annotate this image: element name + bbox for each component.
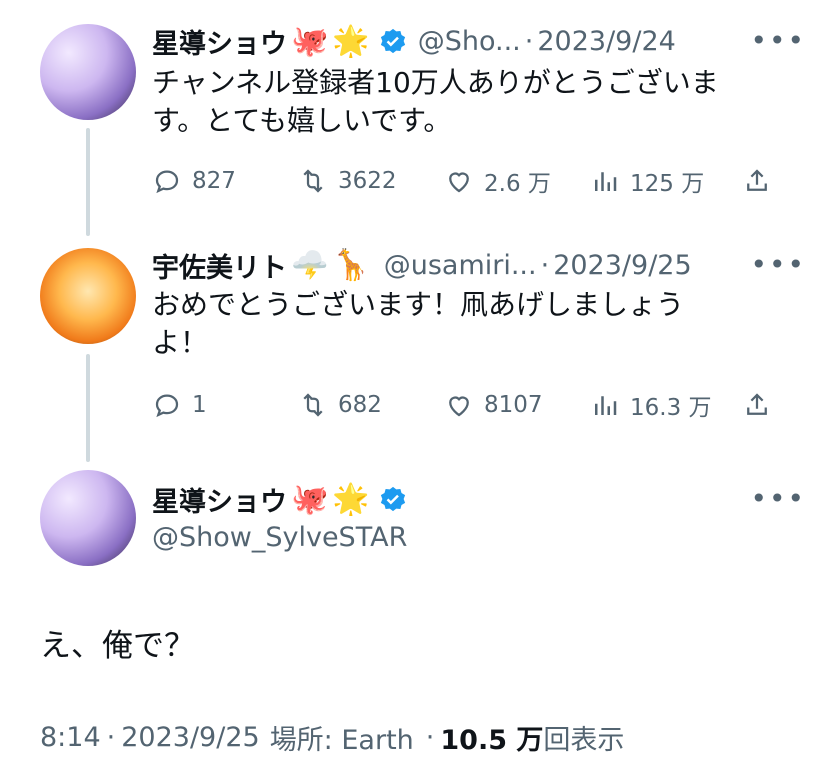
like-button[interactable]: 8107 xyxy=(444,390,590,420)
display-name[interactable]: 宇佐美リト xyxy=(152,246,287,285)
retweet-icon xyxy=(303,169,323,193)
tweet-actions: 827 3622 2.6 万 125 万 xyxy=(152,164,772,198)
view-count: 10.5 万 xyxy=(440,725,544,756)
verified-badge-icon xyxy=(378,27,408,57)
like-icon xyxy=(449,172,469,193)
verified-badge-icon xyxy=(378,485,408,515)
avatar[interactable] xyxy=(40,470,136,566)
thunder-cloud-emoji: 🌩️ xyxy=(291,248,329,283)
tweet-text-line: す。とても嬉しいです。 xyxy=(152,104,452,137)
avatar[interactable] xyxy=(40,24,136,120)
share-icon xyxy=(747,393,767,415)
display-name[interactable]: 星導ショウ xyxy=(152,22,287,61)
timestamp[interactable]: 2023/9/25 xyxy=(553,250,691,281)
separator: · xyxy=(524,26,534,57)
view-count: 16.3 万 xyxy=(630,395,712,421)
like-count: 8107 xyxy=(484,392,543,418)
reply-count: 827 xyxy=(192,168,236,194)
view-count: 125 万 xyxy=(630,171,705,197)
view-label: 回表示 xyxy=(543,725,625,756)
timestamp[interactable]: 2023/9/24 xyxy=(537,26,675,57)
star-emoji: 🌟 xyxy=(332,482,370,517)
tweet-header: 宇佐美リト 🌩️ 🦒 @usamiri... · 2023/9/25 xyxy=(152,246,692,285)
giraffe-emoji: 🦒 xyxy=(332,248,370,283)
like-button[interactable]: 2.6 万 xyxy=(444,164,590,198)
tweet-text: チャンネル登録者10万人ありがとうございま す。とても嬉しいです。 xyxy=(152,64,719,140)
tweet-header: 星導ショウ 🐙 🌟 @Sho... · 2023/9/24 xyxy=(152,22,676,61)
reply-count: 1 xyxy=(192,392,207,418)
main-tweet-header: 星導ショウ 🐙 🌟 xyxy=(152,480,408,519)
reply-icon xyxy=(155,170,179,194)
location: 場所: Earth xyxy=(269,725,414,756)
views-button[interactable]: 16.3 万 xyxy=(590,388,742,422)
reply-icon xyxy=(155,394,179,418)
separator: · xyxy=(540,250,550,281)
display-name[interactable]: 星導ショウ xyxy=(152,480,287,519)
share-button[interactable] xyxy=(742,166,772,196)
like-icon xyxy=(449,396,469,417)
retweet-count: 682 xyxy=(338,392,382,418)
handle[interactable]: @Show_SylveSTAR xyxy=(152,522,407,553)
thread-line xyxy=(86,354,90,462)
like-count: 2.6 万 xyxy=(484,171,551,197)
tweet-meta: 8:14 · 2023/9/25 場所: Earth · 10.5 万 回表示 xyxy=(40,718,624,757)
tweet-text: おめでとうございます！凧あげしましょう よ！ xyxy=(152,286,684,362)
tweet-actions: 1 682 8107 16.3 万 xyxy=(152,388,772,422)
retweet-button[interactable]: 682 xyxy=(298,390,444,420)
share-icon xyxy=(747,169,767,191)
post-date[interactable]: 2023/9/25 xyxy=(121,722,259,753)
views-button[interactable]: 125 万 xyxy=(590,164,742,198)
handle[interactable]: @usamiri... xyxy=(384,250,537,281)
more-icon[interactable]: ••• xyxy=(750,24,806,57)
star-emoji: 🌟 xyxy=(332,24,370,59)
reply-button[interactable]: 1 xyxy=(152,390,298,420)
views-icon xyxy=(595,396,617,415)
tweet-text-line: よ！ xyxy=(152,326,209,359)
share-button[interactable] xyxy=(742,390,772,420)
tweet-text-line: おめでとうございます！凧あげしましょう xyxy=(152,288,685,321)
octopus-emoji: 🐙 xyxy=(291,482,329,517)
avatar[interactable] xyxy=(40,248,136,344)
main-tweet-text: え、俺で？ xyxy=(40,628,195,664)
retweet-icon xyxy=(303,393,323,417)
more-icon[interactable]: ••• xyxy=(750,248,806,281)
thread-line xyxy=(86,128,90,236)
post-time[interactable]: 8:14 xyxy=(40,722,101,753)
more-icon[interactable]: ••• xyxy=(750,482,806,515)
views-icon xyxy=(595,172,617,191)
retweet-button[interactable]: 3622 xyxy=(298,166,444,196)
retweet-count: 3622 xyxy=(338,168,397,194)
octopus-emoji: 🐙 xyxy=(291,24,329,59)
separator: · xyxy=(425,722,435,753)
reply-button[interactable]: 827 xyxy=(152,166,298,196)
tweet-text-line: チャンネル登録者10万人ありがとうございま xyxy=(152,66,719,99)
handle[interactable]: @Sho... xyxy=(418,26,521,57)
separator: · xyxy=(106,722,116,753)
